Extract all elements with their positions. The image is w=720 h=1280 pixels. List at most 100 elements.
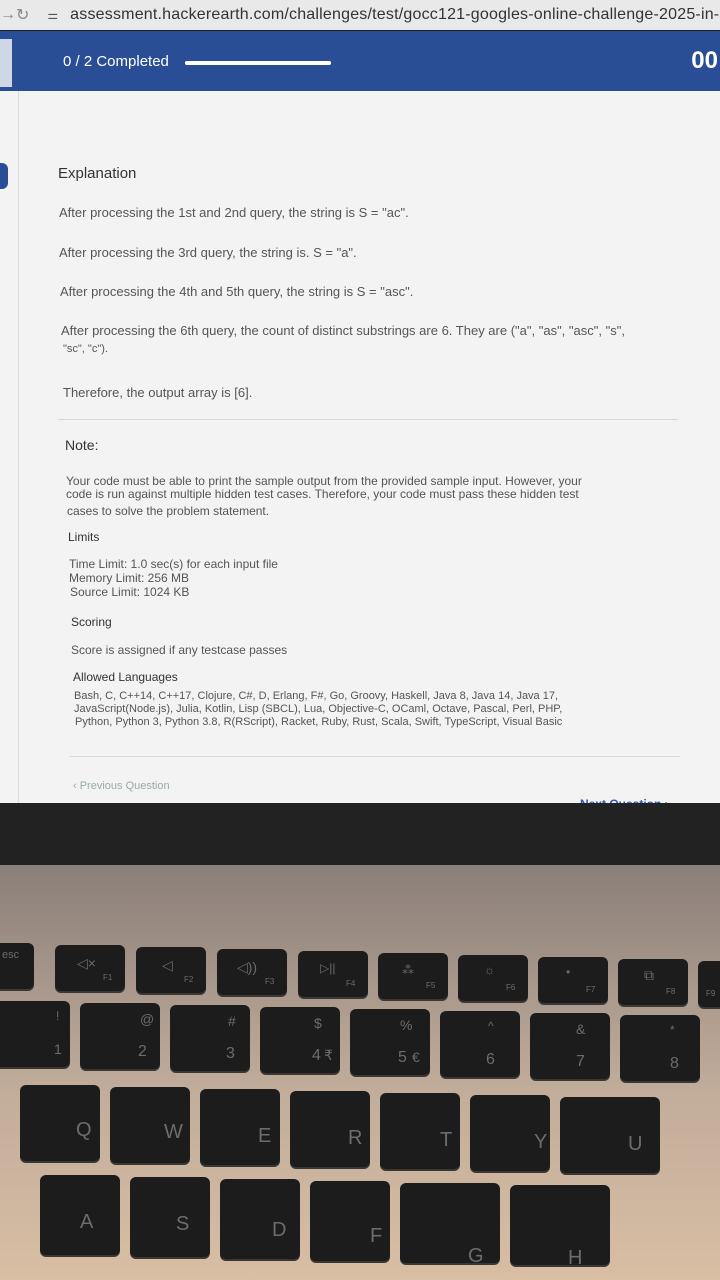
address-bar[interactable]: assessment.hackerearth.com/challenges/te…	[70, 6, 720, 24]
key-6[interactable]: ^ 6	[440, 1011, 520, 1077]
key-y[interactable]: Y	[470, 1095, 550, 1171]
completion-status: 0 / 2 Completed	[63, 53, 169, 70]
key-3-label: 3	[226, 1045, 235, 1062]
previous-question-link[interactable]: ‹ Previous Question	[73, 780, 170, 792]
scoring-text: Score is assigned if any testcase passes	[71, 643, 288, 657]
key-f6[interactable]: ☼ F6	[458, 955, 528, 1001]
key-4-shift: $	[314, 1015, 322, 1031]
key-5-euro: €	[412, 1049, 420, 1065]
explanation-line-2: After processing the 3rd query, the stri…	[59, 245, 357, 260]
key-f[interactable]: F	[310, 1181, 390, 1261]
key-u[interactable]: U	[560, 1097, 660, 1173]
key-r-label: R	[348, 1127, 363, 1149]
key-r[interactable]: R	[290, 1091, 370, 1167]
key-t-label: T	[440, 1129, 453, 1151]
key-f3-label: F3	[265, 977, 275, 986]
volume-down-icon: ◁	[162, 957, 173, 973]
problem-panel: Explanation After processing the 1st and…	[0, 91, 720, 811]
key-7[interactable]: & 7	[530, 1013, 610, 1079]
laptop-keyboard: esc ◁× F1 ◁ F2 ◁)) F3 ▷|| F4 ⁂ F5 ☼ F6 •…	[0, 865, 720, 1280]
key-f4[interactable]: ▷|| F4	[298, 951, 368, 997]
key-q[interactable]: Q	[20, 1085, 100, 1161]
key-g[interactable]: G	[400, 1183, 500, 1267]
key-8-label: 8	[670, 1055, 679, 1072]
key-f-label: F	[370, 1225, 383, 1247]
key-4[interactable]: $ 4 ₹	[260, 1007, 340, 1073]
key-f1[interactable]: ◁× F1	[55, 945, 125, 991]
explanation-heading: Explanation	[58, 165, 137, 182]
key-f2[interactable]: ◁ F2	[136, 947, 206, 993]
mute-icon: ◁×	[77, 955, 96, 971]
key-w[interactable]: W	[110, 1087, 190, 1163]
key-2-shift: @	[140, 1011, 155, 1027]
key-f5-label: F5	[426, 981, 436, 990]
key-h-label: H	[568, 1247, 583, 1269]
explanation-line-3: After processing the 4th and 5th query, …	[60, 284, 414, 299]
key-f9-label: F9	[706, 989, 716, 998]
key-f8[interactable]: ⧉ F8	[618, 959, 688, 1005]
browser-toolbar: → ↻ ⚌ assessment.hackerearth.com/challen…	[0, 0, 720, 30]
key-a[interactable]: A	[40, 1175, 120, 1255]
key-f8-label: F8	[666, 987, 676, 996]
assessment-header: 0 / 2 Completed 00	[0, 31, 720, 91]
key-s[interactable]: S	[130, 1177, 210, 1257]
key-t[interactable]: T	[380, 1093, 460, 1169]
key-f3[interactable]: ◁)) F3	[217, 949, 287, 995]
key-8[interactable]: * 8	[620, 1015, 700, 1081]
key-f7[interactable]: • F7	[538, 957, 608, 1003]
keyboard-light-icon: ⁂	[402, 963, 414, 977]
key-w-label: W	[164, 1121, 183, 1143]
key-f9[interactable]: F9	[698, 961, 720, 1007]
progress-bar	[185, 61, 331, 65]
key-7-shift: &	[576, 1021, 586, 1037]
key-8-shift: *	[670, 1023, 675, 1037]
scoring-heading: Scoring	[71, 615, 112, 629]
display-switch-icon: ⧉	[644, 967, 654, 983]
key-f2-label: F2	[184, 975, 194, 984]
key-a-label: A	[80, 1211, 94, 1233]
key-2-label: 2	[138, 1043, 147, 1060]
footer-divider	[70, 756, 680, 757]
key-3-shift: #	[228, 1013, 236, 1029]
key-4-label: 4	[312, 1047, 321, 1064]
note-heading: Note:	[65, 437, 99, 453]
forward-icon[interactable]: →	[0, 6, 16, 24]
key-h[interactable]: H	[510, 1185, 610, 1269]
key-5-label: 5	[398, 1049, 407, 1066]
key-7-label: 7	[576, 1053, 585, 1070]
key-f5[interactable]: ⁂ F5	[378, 953, 448, 999]
key-e-label: E	[258, 1125, 272, 1147]
key-d[interactable]: D	[220, 1179, 300, 1259]
explanation-line-6: Therefore, the output array is [6].	[63, 385, 253, 400]
languages-line-2: JavaScript(Node.js), Julia, Kotlin, Lisp…	[74, 703, 563, 715]
explanation-line-1: After processing the 1st and 2nd query, …	[59, 205, 409, 220]
volume-up-icon: ◁))	[237, 959, 258, 975]
key-esc[interactable]: esc	[0, 943, 34, 989]
key-1[interactable]: ! 1	[0, 1001, 70, 1067]
key-5[interactable]: % 5 €	[350, 1009, 430, 1075]
key-5-shift: %	[400, 1017, 413, 1033]
reload-icon[interactable]: ↻	[16, 5, 29, 25]
key-1-shift: !	[56, 1009, 60, 1023]
key-y-label: Y	[534, 1131, 548, 1153]
key-e[interactable]: E	[200, 1089, 280, 1165]
key-s-label: S	[176, 1213, 190, 1235]
sidebar-toggle[interactable]	[0, 39, 12, 87]
key-6-label: 6	[486, 1051, 495, 1068]
key-3[interactable]: # 3	[170, 1005, 250, 1071]
key-q-label: Q	[76, 1119, 92, 1141]
languages-heading: Allowed Languages	[73, 670, 178, 684]
key-u-label: U	[628, 1133, 643, 1155]
languages-line-3: Python, Python 3, Python 3.8, R(RScript)…	[75, 716, 563, 728]
source-limit: Source Limit: 1024 KB	[70, 585, 190, 599]
note-line-3: cases to solve the problem statement.	[67, 504, 270, 518]
key-4-rupee: ₹	[324, 1047, 333, 1063]
key-esc-label: esc	[2, 949, 20, 961]
timer: 00	[691, 47, 718, 74]
key-f4-label: F4	[346, 979, 356, 988]
section-marker	[0, 163, 8, 189]
play-pause-icon: ▷||	[320, 961, 336, 975]
brightness-up-icon: •	[566, 965, 571, 979]
key-2[interactable]: @ 2	[80, 1003, 160, 1069]
site-info-icon[interactable]: ⚌	[47, 8, 58, 22]
